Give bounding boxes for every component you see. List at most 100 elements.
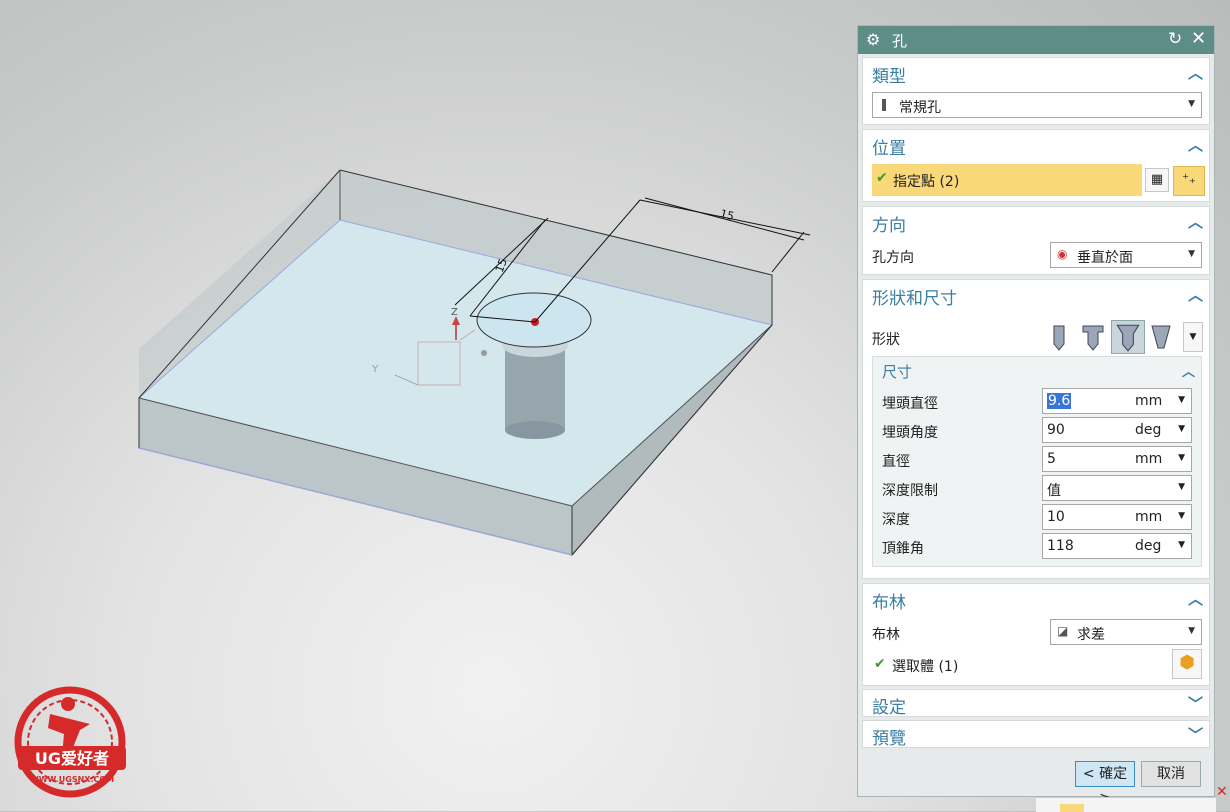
shape-label: 形狀 bbox=[872, 332, 900, 348]
countersink-icon[interactable] bbox=[1111, 320, 1145, 354]
section-position: 位置 ︿ ✔ 指定點 (2) ▦ ⁺₊ bbox=[862, 129, 1210, 202]
dim-unit: mm bbox=[1135, 509, 1163, 525]
dim-name: 頂錐角 bbox=[882, 541, 924, 557]
subtract-icon: ◪ bbox=[1057, 624, 1069, 638]
hole-dialog: ⚙ 孔 ↻ ✕ 類型 ︿ ❚ 常規孔 ▼ 位置 ︿ ✔ 指定點 (2) ▦ ⁺₊… bbox=[857, 25, 1215, 806]
chevron-up-icon[interactable]: ︿ bbox=[1188, 284, 1203, 305]
specify-point-label: 指定點 (2) bbox=[893, 174, 960, 190]
section-preview[interactable]: 預覽 ﹀ bbox=[862, 720, 1210, 749]
boolean-label: 布林 bbox=[872, 627, 900, 643]
cancel-button[interactable]: 取消 bbox=[1141, 761, 1201, 787]
sketch-section-icon[interactable]: ▦ bbox=[1145, 168, 1169, 192]
dim-value[interactable]: 5 bbox=[1047, 451, 1056, 467]
section-preview-title[interactable]: 預覽 bbox=[872, 724, 906, 749]
dim-name: 深度限制 bbox=[882, 483, 938, 499]
dim-value: 值 bbox=[1047, 483, 1061, 499]
section-shape-size: 形狀和尺寸 ︿ 形狀 ▼ 尺寸 ︿ 埋頭直徑 9.6 mm ▼ 埋頭角度 90 … bbox=[862, 279, 1210, 579]
dim-value[interactable]: 90 bbox=[1047, 422, 1065, 438]
select-body-label[interactable]: 選取體 (1) bbox=[892, 656, 958, 676]
dialog-title: 孔 bbox=[892, 32, 908, 50]
dim-value[interactable]: 118 bbox=[1047, 538, 1074, 554]
dim-row-diameter: 直徑 5 mm ▼ bbox=[873, 446, 1203, 472]
dim-row-countersink-angle: 埋頭角度 90 deg ▼ bbox=[873, 417, 1203, 443]
type-dropdown-value: 常規孔 bbox=[899, 100, 941, 116]
section-type: 類型 ︿ ❚ 常規孔 ▼ bbox=[862, 57, 1210, 125]
chevron-down-icon[interactable]: ﹀ bbox=[1188, 693, 1203, 714]
dim-unit: mm bbox=[1135, 393, 1163, 409]
chevron-up-icon[interactable]: ︿ bbox=[1182, 361, 1195, 380]
dim-row-countersink-diameter: 埋頭直徑 9.6 mm ▼ bbox=[873, 388, 1203, 414]
hole-cylinder bbox=[505, 345, 565, 430]
dim-unit: deg bbox=[1135, 538, 1162, 554]
chevron-down-icon[interactable]: ▼ bbox=[1188, 626, 1195, 636]
section-shape-size-title[interactable]: 形狀和尺寸 bbox=[872, 284, 957, 309]
chevron-down-icon[interactable]: ▼ bbox=[1178, 424, 1185, 434]
chevron-up-icon[interactable]: ︿ bbox=[1188, 211, 1203, 232]
gear-icon[interactable]: ⚙ bbox=[866, 30, 880, 49]
dim-value[interactable]: 10 bbox=[1047, 509, 1065, 525]
section-direction: 方向 ︿ 孔方向 ◉ 垂直於面 ▼ bbox=[862, 206, 1210, 275]
chevron-up-icon[interactable]: ︿ bbox=[1188, 134, 1203, 155]
dim-unit: mm bbox=[1135, 451, 1163, 467]
hole-direction-value: 垂直於面 bbox=[1077, 250, 1133, 266]
dialog-titlebar[interactable]: ⚙ 孔 ↻ ✕ bbox=[858, 26, 1214, 54]
close-icon[interactable]: ✕ bbox=[1191, 28, 1206, 49]
dim-unit: deg bbox=[1135, 422, 1162, 438]
close-icon[interactable]: ✕ bbox=[1216, 784, 1230, 804]
chevron-down-icon[interactable]: ▼ bbox=[1178, 482, 1185, 492]
chevron-down-icon: ▼ bbox=[1188, 99, 1195, 109]
section-settings-title[interactable]: 設定 bbox=[872, 693, 906, 718]
ok-button[interactable]: < 確定 > bbox=[1075, 761, 1135, 806]
chevron-down-icon[interactable]: ﹀ bbox=[1188, 724, 1203, 745]
svg-text:WWW.UGSNX.COM: WWW.UGSNX.COM bbox=[30, 775, 114, 784]
dim-row-depth-limit: 深度限制 值 ▼ bbox=[873, 475, 1203, 501]
hole-direction-label: 孔方向 bbox=[872, 250, 914, 266]
dim-value[interactable]: 9.6 bbox=[1047, 393, 1072, 409]
dim-name: 埋頭角度 bbox=[882, 425, 938, 441]
countersink-angle-field[interactable]: 90 deg ▼ bbox=[1042, 417, 1192, 443]
specify-point-row[interactable]: ✔ 指定點 (2) bbox=[872, 164, 1142, 196]
dim-name: 深度 bbox=[882, 512, 910, 528]
dimension-label[interactable]: 15 bbox=[719, 207, 736, 223]
section-type-title[interactable]: 類型 bbox=[872, 62, 906, 87]
chevron-down-icon[interactable]: ▼ bbox=[1178, 395, 1185, 405]
check-icon: ✔ bbox=[874, 656, 886, 672]
tip-angle-field[interactable]: 118 deg ▼ bbox=[1042, 533, 1192, 559]
chevron-down-icon: ▼ bbox=[1188, 249, 1195, 259]
dimensions-group: 尺寸 ︿ 埋頭直徑 9.6 mm ▼ 埋頭角度 90 deg ▼ 直徑 5 mm… bbox=[872, 356, 1202, 567]
counterbore-icon[interactable] bbox=[1079, 322, 1107, 352]
hole-direction-dropdown[interactable]: ◉ 垂直於面 ▼ bbox=[1050, 242, 1202, 268]
chevron-up-icon[interactable]: ︿ bbox=[1188, 62, 1203, 83]
section-direction-title[interactable]: 方向 bbox=[872, 211, 906, 236]
section-boolean-title[interactable]: 布林 bbox=[872, 588, 906, 613]
type-dropdown[interactable]: ❚ 常規孔 ▼ bbox=[872, 92, 1202, 118]
boolean-value: 求差 bbox=[1077, 627, 1105, 643]
point-dialog-icon[interactable]: ⁺₊ bbox=[1173, 166, 1205, 196]
depth-field[interactable]: 10 mm ▼ bbox=[1042, 504, 1192, 530]
simple-hole-icon[interactable] bbox=[1045, 322, 1073, 352]
section-settings[interactable]: 設定 ﹀ bbox=[862, 689, 1210, 718]
ug-logo: UG爱好者 WWW.UGSNX.COM bbox=[10, 684, 132, 802]
tapered-hole-icon[interactable] bbox=[1147, 322, 1175, 352]
section-boolean: 布林 ︿ 布林 ◪ 求差 ▼ ✔ 選取體 (1) ⬢ bbox=[862, 583, 1210, 686]
chevron-down-icon[interactable]: ▼ bbox=[1178, 453, 1185, 463]
chevron-down-icon[interactable]: ▼ bbox=[1178, 511, 1185, 521]
chevron-down-icon[interactable]: ▼ bbox=[1178, 540, 1185, 550]
dim-name: 埋頭直徑 bbox=[882, 396, 938, 412]
svg-text:UG爱好者: UG爱好者 bbox=[35, 749, 109, 768]
dimensions-title[interactable]: 尺寸 bbox=[882, 361, 912, 382]
dim-row-depth: 深度 10 mm ▼ bbox=[873, 504, 1203, 530]
section-position-title[interactable]: 位置 bbox=[872, 134, 906, 159]
check-icon: ✔ bbox=[876, 170, 888, 186]
drill-icon: ❚ bbox=[879, 97, 890, 111]
background-window-edge bbox=[1036, 797, 1216, 812]
reset-icon[interactable]: ↻ bbox=[1168, 29, 1182, 49]
axis-label-y: Y bbox=[371, 364, 379, 375]
depth-limit-dropdown[interactable]: 值 ▼ bbox=[1042, 475, 1192, 501]
shape-more-dropdown[interactable]: ▼ bbox=[1183, 322, 1203, 352]
chevron-up-icon[interactable]: ︿ bbox=[1188, 588, 1203, 609]
diameter-field[interactable]: 5 mm ▼ bbox=[1042, 446, 1192, 472]
select-body-icon[interactable]: ⬢ bbox=[1172, 649, 1202, 679]
countersink-diameter-field[interactable]: 9.6 mm ▼ bbox=[1042, 388, 1192, 414]
boolean-dropdown[interactable]: ◪ 求差 ▼ bbox=[1050, 619, 1202, 645]
